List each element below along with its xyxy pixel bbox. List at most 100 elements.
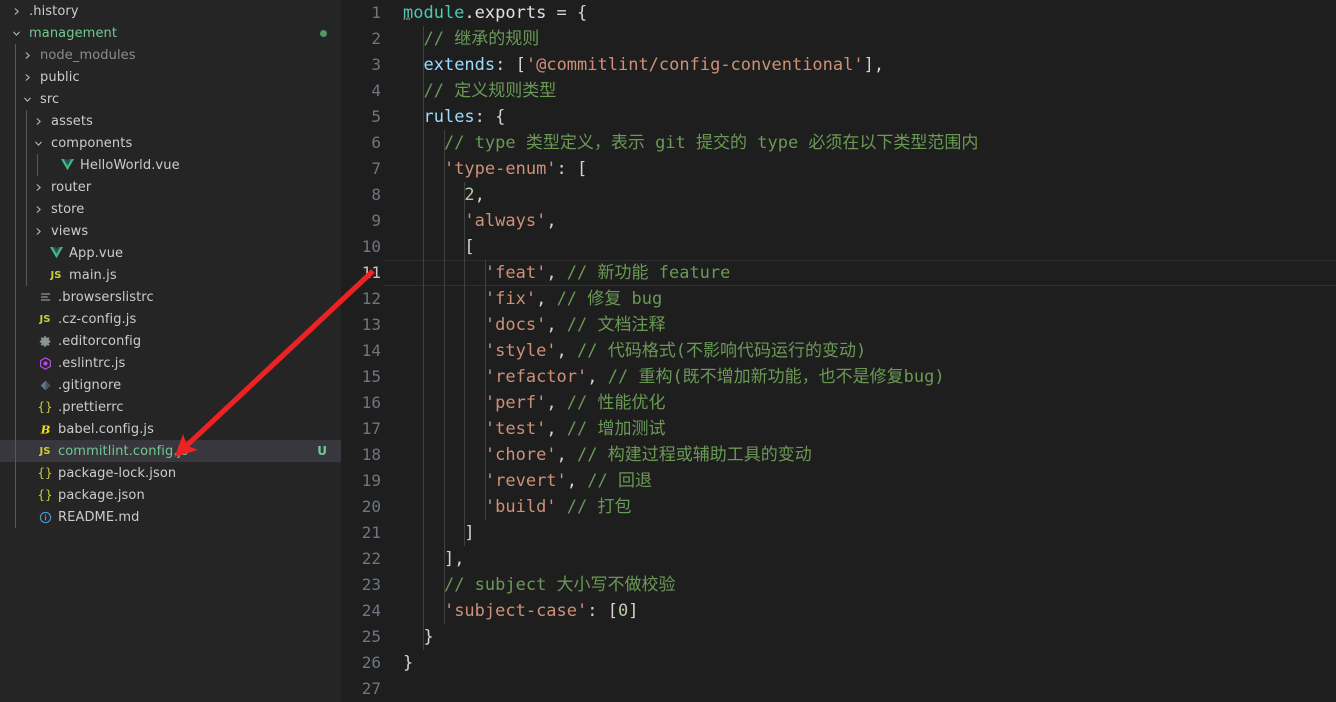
vue-icon — [46, 242, 66, 264]
tree-folder-src[interactable]: src — [0, 88, 341, 110]
code-token: , — [556, 341, 578, 361]
tree-file-readme-md[interactable]: README.md — [0, 506, 341, 528]
tree-file-app-vue[interactable]: App.vue — [0, 242, 341, 264]
code-token: 'chore' — [484, 445, 557, 465]
code-line[interactable]: 25 } — [341, 624, 1336, 650]
code-editor-panel[interactable]: 1 module.exports = {2 // 继承的规则 3 extends: … — [341, 0, 1336, 702]
code-token: , — [546, 393, 567, 413]
code-line[interactable]: 15 'refactor', // 重构(既不增加新功能，也不是修复bug) — [341, 364, 1336, 390]
tree-file--prettierrc[interactable]: {} .prettierrc — [0, 396, 341, 418]
tree-folder-public[interactable]: public — [0, 66, 341, 88]
chevron-right-icon[interactable] — [30, 110, 46, 132]
code-line[interactable]: 19 'revert', // 回退 — [341, 468, 1336, 494]
tree-folder-assets[interactable]: assets — [0, 110, 341, 132]
tree-file-babel-config-js[interactable]: Bbabel.config.js — [0, 418, 341, 440]
code-token: // 继承的规则 — [423, 29, 540, 49]
tree-folder-router[interactable]: router — [0, 176, 341, 198]
code-line[interactable]: 12 'fix', // 修复 bug — [341, 286, 1336, 312]
code-line[interactable]: 18 'chore', // 构建过程或辅助工具的变动 — [341, 442, 1336, 468]
chevron-right-icon[interactable] — [30, 198, 46, 220]
file-explorer-panel[interactable]: .history management node_modulespublic src a… — [0, 0, 341, 702]
code-token: // 打包 — [566, 497, 632, 517]
code-line[interactable]: 27 — [341, 676, 1336, 702]
tree-item-label: management — [29, 25, 118, 41]
tree-folder-components[interactable]: components — [0, 132, 341, 154]
chevron-right-icon[interactable] — [8, 0, 24, 22]
code-line[interactable]: 21 ] — [341, 520, 1336, 546]
chevron-right-icon[interactable] — [30, 176, 46, 198]
code-line[interactable]: 8 2, — [341, 182, 1336, 208]
line-number: 9 — [371, 211, 381, 230]
code-line-content: // 定义规则类型 — [399, 78, 1336, 104]
svg-text:B: B — [39, 423, 50, 436]
tree-folder-node-modules[interactable]: node_modules — [0, 44, 341, 66]
code-line[interactable]: 23 // subject 大小写不做校验 — [341, 572, 1336, 598]
tree-folder-store[interactable]: store — [0, 198, 341, 220]
code-line[interactable]: 1 module.exports = { — [341, 0, 1336, 26]
chevron-down-icon[interactable] — [30, 132, 46, 154]
tree-folder-views[interactable]: views — [0, 220, 341, 242]
tree-file--browserslistrc[interactable]: .browserslistrc — [0, 286, 341, 308]
tree-file-package-json[interactable]: {} package.json — [0, 484, 341, 506]
code-line[interactable]: 11 'feat', // 新功能 feature — [341, 260, 1336, 286]
code-line[interactable]: 10 [ — [341, 234, 1336, 260]
code-token: [ — [464, 237, 475, 257]
code-token: 'style' — [484, 341, 557, 361]
line-number: 12 — [361, 289, 381, 308]
code-token: , — [546, 419, 567, 439]
code-line[interactable]: 13 'docs', // 文档注释 — [341, 312, 1336, 338]
code-line[interactable]: 20 'build' // 打包 — [341, 494, 1336, 520]
tree-file-commitlint-config-js[interactable]: JS commitlint.config.js U — [0, 440, 341, 462]
line-number: 20 — [361, 497, 381, 516]
line-number: 14 — [361, 341, 381, 360]
code-token: '@commitlint/config-conventional' — [525, 55, 864, 75]
code-line[interactable]: 9 'always', — [341, 208, 1336, 234]
line-number: 17 — [361, 419, 381, 438]
code-line[interactable]: 17 'test', // 增加测试 — [341, 416, 1336, 442]
code-line[interactable]: 6 // type 类型定义，表示 git 提交的 type 必须在以下类型范围… — [341, 130, 1336, 156]
code-line[interactable]: 7 'type-enum': [ — [341, 156, 1336, 182]
code-token: , — [587, 367, 608, 387]
code-line-content: } — [399, 624, 1336, 650]
tree-file--cz-config-js[interactable]: JS .cz-config.js — [0, 308, 341, 330]
tree-file--gitignore[interactable]: .gitignore — [0, 374, 341, 396]
tree-file--eslintrc-js[interactable]: .eslintrc.js — [0, 352, 341, 374]
line-number: 1 — [371, 3, 381, 22]
chevron-down-icon[interactable] — [8, 22, 24, 44]
chevron-right-icon[interactable] — [19, 44, 35, 66]
chevron-right-icon[interactable] — [30, 220, 46, 242]
tree-folder--history[interactable]: .history — [0, 0, 341, 22]
tree-file--editorconfig[interactable]: .editorconfig — [0, 330, 341, 352]
code-line[interactable]: 26} — [341, 650, 1336, 676]
tree-folder-management[interactable]: management — [0, 22, 341, 44]
code-line[interactable]: 22 ], — [341, 546, 1336, 572]
code-line[interactable]: 24 'subject-case': [0] — [341, 598, 1336, 624]
code-line[interactable]: 16 'perf', // 性能优化 — [341, 390, 1336, 416]
code-line[interactable]: 5 rules: { — [341, 104, 1336, 130]
file-tree[interactable]: .history management node_modulespublic src a… — [0, 0, 341, 528]
code-line[interactable]: 4 // 定义规则类型 — [341, 78, 1336, 104]
tree-item-label: src — [40, 91, 60, 107]
code-token: 'perf' — [484, 393, 547, 413]
tree-file-package-lock-json[interactable]: {} package-lock.json — [0, 462, 341, 484]
tree-item-label: .cz-config.js — [58, 311, 137, 327]
tree-file-helloworld-vue[interactable]: HelloWorld.vue — [0, 154, 341, 176]
code-line[interactable]: 14 'style', // 代码格式(不影响代码运行的变动) — [341, 338, 1336, 364]
code-line[interactable]: 3 extends: ['@commitlint/config-conventi… — [341, 52, 1336, 78]
code-line[interactable]: 2 // 继承的规则 — [341, 26, 1336, 52]
tree-item-label: node_modules — [40, 47, 136, 63]
chevron-down-icon[interactable] — [19, 88, 35, 110]
chevron-right-icon[interactable] — [19, 66, 35, 88]
tree-file-main-js[interactable]: JS main.js — [0, 264, 341, 286]
code-scroll-area[interactable]: 1 module.exports = {2 // 继承的规则 3 extends: … — [341, 0, 1336, 702]
code-token: ], — [863, 55, 885, 75]
code-line-content: } — [399, 650, 1336, 676]
